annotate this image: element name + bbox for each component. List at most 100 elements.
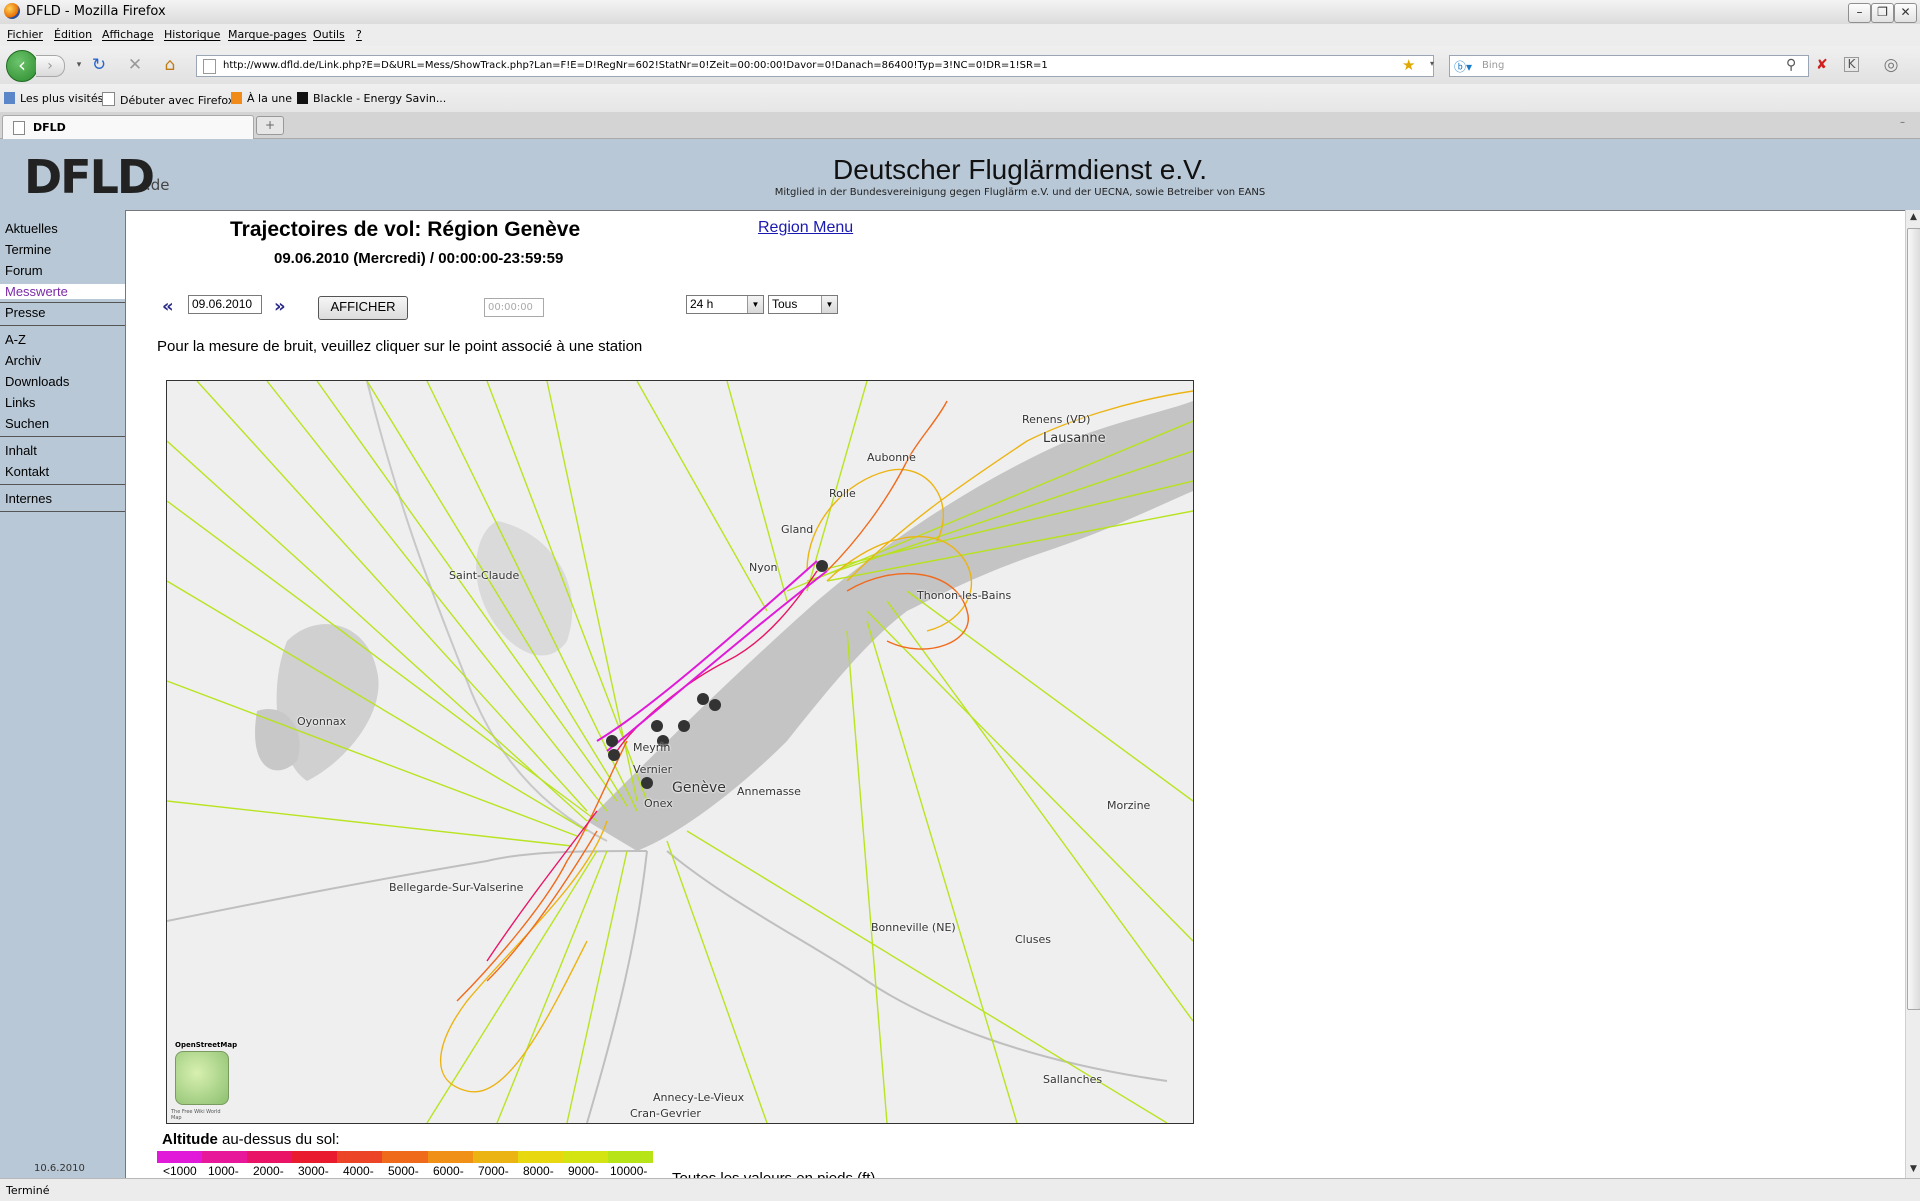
- sidebar-item-internes[interactable]: Internes: [0, 491, 125, 506]
- tab-label: DFLD: [33, 121, 66, 134]
- sidebar-item-kontakt[interactable]: Kontakt: [0, 464, 125, 479]
- map-label: Annemasse: [737, 785, 801, 798]
- reload-icon[interactable]: ↻: [88, 55, 110, 75]
- map-label: Cran-Gevrier: [630, 1107, 701, 1120]
- scroll-thumb[interactable]: [1907, 228, 1920, 1010]
- addon-icon[interactable]: ◎: [1880, 55, 1902, 75]
- previous-day-icon[interactable]: «: [162, 296, 174, 317]
- openstreetmap-logo[interactable]: OpenStreetMap The Free Wiki World Map: [171, 1041, 237, 1121]
- station-marker: [641, 777, 653, 789]
- legend-swatch: [562, 1151, 609, 1163]
- sidebar-item-archiv[interactable]: Archiv: [0, 353, 125, 368]
- sidebar-item-suchen[interactable]: Suchen: [0, 416, 125, 431]
- legend-tick: 2000-: [253, 1164, 284, 1178]
- map-label: Saint-Claude: [449, 569, 520, 582]
- filter-select[interactable]: Tous ▼: [768, 295, 838, 314]
- sidebar-item-messwerte[interactable]: Messwerte: [0, 284, 125, 299]
- sidebar-divider: [0, 302, 125, 303]
- bookmark-star-icon[interactable]: ★: [1402, 56, 1415, 74]
- sidebar-item-presse[interactable]: Presse: [0, 305, 125, 320]
- sidebar-item-termine[interactable]: Termine: [0, 242, 125, 257]
- sidebar-item-links[interactable]: Links: [0, 395, 125, 410]
- region-menu-link[interactable]: Region Menu: [758, 219, 853, 237]
- legend-swatch: [517, 1151, 564, 1163]
- map-label: Sallanches: [1043, 1073, 1103, 1086]
- date-input[interactable]: 09.06.2010: [188, 295, 262, 314]
- history-dropdown-icon[interactable]: ▾: [68, 55, 90, 75]
- road: [586, 850, 648, 1123]
- map-label: Oyonnax: [297, 715, 347, 728]
- bookmark-getting-started[interactable]: Débuter avec Firefox: [102, 92, 234, 107]
- forward-button[interactable]: ›: [36, 55, 65, 77]
- next-day-icon[interactable]: »: [274, 296, 286, 317]
- range-select[interactable]: 24 h ▼: [686, 295, 764, 314]
- afficher-button[interactable]: AFFICHER: [318, 296, 408, 320]
- url-text[interactable]: http://www.dfld.de/Link.php?E=D&URL=Mess…: [223, 60, 1048, 71]
- status-text: Terminé: [6, 1184, 50, 1197]
- site-logo[interactable]: DFLD: [24, 150, 155, 204]
- search-input[interactable]: Bing: [1482, 60, 1504, 71]
- page-title: Trajectoires de vol: Région Genève: [230, 218, 581, 241]
- map-canvas: [167, 381, 1193, 1123]
- menu-edition[interactable]: Édition: [54, 28, 92, 41]
- legend-tick: <1000: [163, 1164, 197, 1178]
- new-tab-button[interactable]: +: [256, 116, 284, 135]
- legend-tick: 7000-: [478, 1164, 509, 1178]
- addon-k-icon[interactable]: K: [1844, 57, 1859, 72]
- home-icon[interactable]: ⌂: [159, 55, 181, 75]
- url-dropdown-icon[interactable]: ▾: [1430, 59, 1434, 68]
- minimize-button[interactable]: –: [1848, 3, 1871, 23]
- menu-help[interactable]: ?: [356, 28, 362, 41]
- page-icon: [13, 121, 25, 135]
- menu-outils[interactable]: Outils: [313, 28, 345, 41]
- scroll-up-icon[interactable]: ▲: [1906, 210, 1920, 225]
- sidebar-item-downloads[interactable]: Downloads: [0, 374, 125, 389]
- legend-swatch: [157, 1151, 203, 1163]
- chevron-down-icon[interactable]: ▼: [747, 296, 763, 313]
- tab-dfld[interactable]: DFLD: [2, 115, 254, 139]
- close-button[interactable]: ✕: [1894, 3, 1917, 23]
- search-icon[interactable]: ⚲: [1786, 57, 1796, 73]
- sidebar-item-inhalt[interactable]: Inhalt: [0, 443, 125, 458]
- map-label: Nyon: [749, 561, 778, 574]
- chevron-down-icon[interactable]: ▼: [821, 296, 837, 313]
- legend-tick: 5000-: [388, 1164, 419, 1178]
- station-marker: [709, 699, 721, 711]
- map-label: Rolle: [829, 487, 856, 500]
- legend-swatch: [247, 1151, 293, 1163]
- addon-red-icon[interactable]: ✘: [1816, 57, 1828, 73]
- map-label: Morzine: [1107, 799, 1151, 812]
- menu-marque-pages[interactable]: Marque-pages: [228, 28, 306, 41]
- sidebar-item-forum[interactable]: Forum: [0, 263, 125, 278]
- search-engine-icon[interactable]: ⓑ▾: [1454, 58, 1472, 75]
- menu-fichier[interactable]: Fichier: [7, 28, 43, 41]
- tab-list-icon[interactable]: –: [1900, 117, 1905, 128]
- menu-affichage[interactable]: Affichage: [102, 28, 154, 41]
- search-bar[interactable]: ⓑ▾ Bing ⚲: [1449, 55, 1809, 77]
- legend-swatch: [292, 1151, 338, 1163]
- url-bar[interactable]: http://www.dfld.de/Link.php?E=D&URL=Mess…: [196, 55, 1434, 77]
- time-input[interactable]: 00:00:00: [484, 298, 544, 317]
- scroll-down-icon[interactable]: ▼: [1906, 1162, 1920, 1177]
- menu-historique[interactable]: Historique: [164, 28, 220, 41]
- window-titlebar: DFLD - Mozilla Firefox – ❐ ✕: [0, 0, 1920, 25]
- legend-swatch: [382, 1151, 429, 1163]
- bookmark-headlines[interactable]: À la une: [231, 92, 292, 105]
- window-title: DFLD - Mozilla Firefox: [26, 4, 166, 19]
- sidebar-divider: [0, 484, 125, 485]
- flight-track-map[interactable]: Renens (VD) Lausanne Aubonne Rolle Gland…: [166, 380, 1194, 1124]
- sidebar-item-aktuelles[interactable]: Aktuelles: [0, 221, 125, 236]
- map-label: Bonneville (NE): [871, 921, 956, 934]
- sidebar-item-a-z[interactable]: A-Z: [0, 332, 125, 347]
- legend-tick: 1000-: [208, 1164, 239, 1178]
- instruction-text: Pour la mesure de bruit, veuillez clique…: [157, 338, 643, 355]
- stop-icon[interactable]: ✕: [124, 55, 146, 75]
- vertical-scrollbar[interactable]: ▲ ▼: [1905, 210, 1920, 1178]
- bookmark-blackle[interactable]: Blackle - Energy Savin...: [297, 92, 446, 105]
- tab-strip: + –: [0, 112, 1920, 139]
- sidebar-divider: [0, 511, 125, 512]
- bookmark-most-visited[interactable]: Les plus visités: [4, 92, 103, 105]
- legend-tick: 10000-: [610, 1164, 648, 1178]
- back-button[interactable]: ‹: [6, 50, 38, 82]
- restore-button[interactable]: ❐: [1871, 3, 1894, 23]
